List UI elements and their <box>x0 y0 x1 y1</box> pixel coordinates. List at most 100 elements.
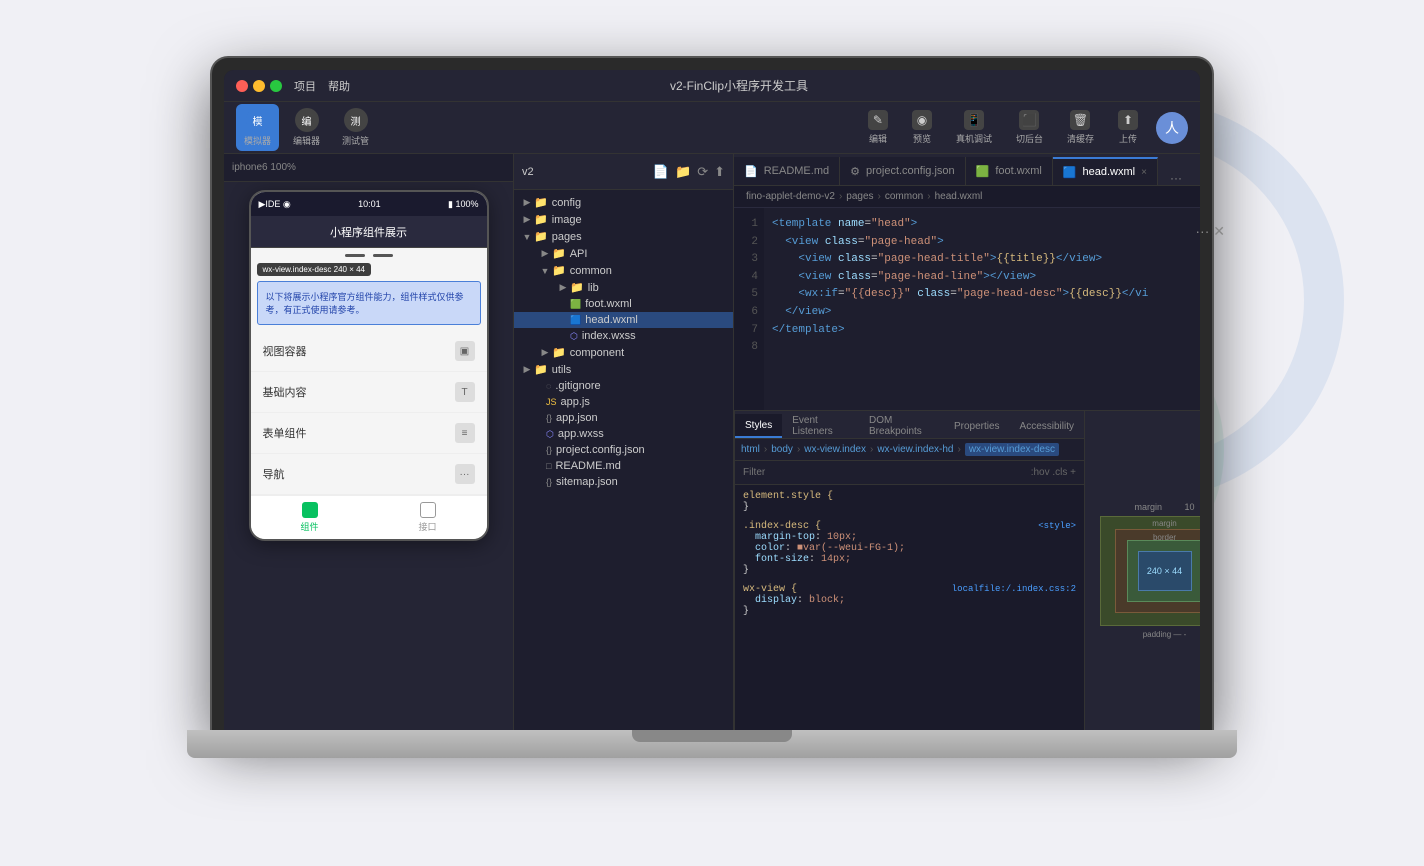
folder-icon-common: 📁 <box>552 264 566 277</box>
phone-sidebar: iphone6 100% ▶IDE ◉ 10:01 ▮ 100% 小程序 <box>224 154 514 730</box>
tree-item-app-wxss[interactable]: ⬡ app.wxss <box>514 426 733 442</box>
styles-tab-accessibility[interactable]: Accessibility <box>1010 414 1084 438</box>
css-val-font-size: 14px; <box>821 554 851 565</box>
menu-item-help[interactable]: 帮助 <box>328 78 350 94</box>
tab-close-head[interactable]: × <box>1141 167 1147 178</box>
preview-action[interactable]: ◉ 预览 <box>906 106 938 149</box>
phone-bottom-nav: 组件 接口 <box>251 495 487 539</box>
css-prop-color: color <box>755 543 785 554</box>
tree-item-sitemap[interactable]: {} sitemap.json <box>514 474 733 490</box>
tree-item-image[interactable]: ▶ 📁 image <box>514 211 733 228</box>
nav-item-nav[interactable]: 导航 ··· <box>251 454 487 495</box>
tree-item-common[interactable]: ▼ 📁 common <box>514 262 733 279</box>
styles-tab-event-listeners[interactable]: Event Listeners <box>782 414 859 438</box>
tab-readme-label: README.md <box>764 165 829 177</box>
selector-wx-view-index[interactable]: wx-view.index <box>804 444 866 455</box>
tree-item-gitignore[interactable]: ◌ .gitignore <box>514 378 733 394</box>
tab-head-wxml[interactable]: 🟦 head.wxml × <box>1053 157 1158 185</box>
edit-icon: ✎ <box>868 110 888 130</box>
tree-item-head-wxml[interactable]: 🟦 head.wxml <box>514 312 733 328</box>
line-numbers: 1 2 3 4 5 6 7 8 <box>734 208 764 410</box>
code-editor[interactable]: 1 2 3 4 5 6 7 8 <templ <box>734 208 1200 410</box>
phone-tooltip: wx-view.index-desc 240 × 44 <box>257 263 372 276</box>
nav-item-label-3: 导航 <box>263 466 285 482</box>
tree-arrow-component: ▶ <box>538 347 552 358</box>
box-border-label: border <box>1153 533 1176 542</box>
tree-item-pages[interactable]: ▼ 📁 pages <box>514 228 733 245</box>
selector-wx-view-index-desc[interactable]: wx-view.index-desc <box>965 443 1059 456</box>
maximize-button[interactable] <box>270 80 282 92</box>
upload-action[interactable]: ⬆ 上传 <box>1112 106 1144 149</box>
tab-readme[interactable]: 📄 README.md <box>734 157 840 185</box>
styles-tab-dom-breakpoints[interactable]: DOM Breakpoints <box>859 414 944 438</box>
preview-label: 预览 <box>913 132 931 145</box>
tree-item-label-api: API <box>570 248 588 260</box>
tree-item-label-pages: pages <box>552 231 582 243</box>
file-icon-foot-wxml: 🟩 <box>570 299 581 310</box>
nav-item-view-container[interactable]: 视图容器 ▣ <box>251 331 487 372</box>
clear-cache-action[interactable]: 🗑 清缓存 <box>1061 106 1100 149</box>
tree-item-app-js[interactable]: JS app.js <box>514 394 733 410</box>
tree-item-component[interactable]: ▶ 📁 component <box>514 344 733 361</box>
styles-tab-styles[interactable]: Styles <box>735 414 782 438</box>
line-num-1: 1 <box>734 216 758 234</box>
tree-item-lib[interactable]: ▶ 📁 lib <box>514 279 733 296</box>
css-val-color: ■var(--weui-FG-1); <box>797 543 905 554</box>
tree-item-utils[interactable]: ▶ 📁 utils <box>514 361 733 378</box>
css-source-link[interactable]: <style> <box>1038 521 1076 532</box>
line-num-3: 3 <box>734 251 758 269</box>
styles-tab-properties[interactable]: Properties <box>944 414 1010 438</box>
file-icon-index-wxss: ⬡ <box>570 331 578 342</box>
css-selector-index-desc: .index-desc { <box>743 521 821 532</box>
file-tree-content: ▶ 📁 config ▶ 📁 image ▼ � <box>514 190 733 730</box>
folder-icon-utils: 📁 <box>534 363 548 376</box>
menu-item-project[interactable]: 项目 <box>294 78 316 94</box>
new-file-icon[interactable]: 📄 <box>653 164 669 180</box>
tab-project-config[interactable]: ⚙ project.config.json <box>840 157 966 185</box>
tab-head-label: head.wxml <box>1083 166 1136 178</box>
minimize-button[interactable] <box>253 80 265 92</box>
tab-foot-wxml[interactable]: 🟩 foot.wxml <box>966 157 1053 185</box>
bottom-nav-api[interactable]: 接口 <box>369 496 487 539</box>
tree-item-config[interactable]: ▶ 📁 config <box>514 194 733 211</box>
code-line-6: </view> <box>764 304 1200 322</box>
editor-button[interactable]: 编 编辑器 <box>285 104 328 151</box>
tree-item-index-wxss[interactable]: ⬡ index.wxss <box>514 328 733 344</box>
tree-item-foot-wxml[interactable]: 🟩 foot.wxml <box>514 296 733 312</box>
simulator-button[interactable]: 模 模拟器 <box>236 104 279 151</box>
nav-item-icon-2: ≡ <box>455 423 475 443</box>
box-padding: 240 × 44 <box>1127 540 1201 602</box>
selector-body[interactable]: body <box>771 444 793 455</box>
device-debug-action[interactable]: 📱 真机调试 <box>950 106 998 149</box>
nav-item-form[interactable]: 表单组件 ≡ <box>251 413 487 454</box>
device-label: iphone6 100% <box>232 162 296 173</box>
tree-item-api[interactable]: ▶ 📁 API <box>514 245 733 262</box>
css-wx-view-source-link[interactable]: localfile:/.index.css:2 <box>952 584 1076 595</box>
tree-item-app-json[interactable]: {} app.json <box>514 410 733 426</box>
tree-arrow-image: ▶ <box>520 214 534 225</box>
bottom-nav-component[interactable]: 组件 <box>251 496 369 539</box>
refresh-icon[interactable]: ⟳ <box>697 164 708 180</box>
collapse-icon[interactable]: ⬆ <box>714 164 725 180</box>
user-avatar[interactable]: 人 <box>1156 112 1188 144</box>
selector-html[interactable]: html <box>741 444 760 455</box>
tree-item-label-sitemap: sitemap.json <box>556 476 618 488</box>
tab-more-button[interactable]: ··· <box>1162 171 1190 185</box>
close-button[interactable] <box>236 80 248 92</box>
css-brace-close-0: } <box>743 502 749 513</box>
editor-icon: 编 <box>295 108 319 132</box>
new-folder-icon[interactable]: 📁 <box>675 164 691 180</box>
nav-item-basic-content[interactable]: 基础内容 T <box>251 372 487 413</box>
tree-item-project-config[interactable]: {} project.config.json <box>514 442 733 458</box>
tree-arrow-config: ▶ <box>520 197 534 208</box>
selector-wx-view-index-hd[interactable]: wx-view.index-hd <box>877 444 953 455</box>
styles-filter-input[interactable] <box>743 467 1023 478</box>
box-content-size: 240 × 44 <box>1147 566 1182 576</box>
edit-action[interactable]: ✎ 编辑 <box>862 106 894 149</box>
test-button[interactable]: 测 测试管 <box>334 104 377 151</box>
editor-label: 编辑器 <box>293 134 320 147</box>
tree-item-readme[interactable]: □ README.md <box>514 458 733 474</box>
background-action[interactable]: ⬛ 切后台 <box>1010 106 1049 149</box>
device-debug-icon: 📱 <box>964 110 984 130</box>
css-block-wx-view: wx-view { localfile:/.index.css:2 displa… <box>735 582 1084 619</box>
